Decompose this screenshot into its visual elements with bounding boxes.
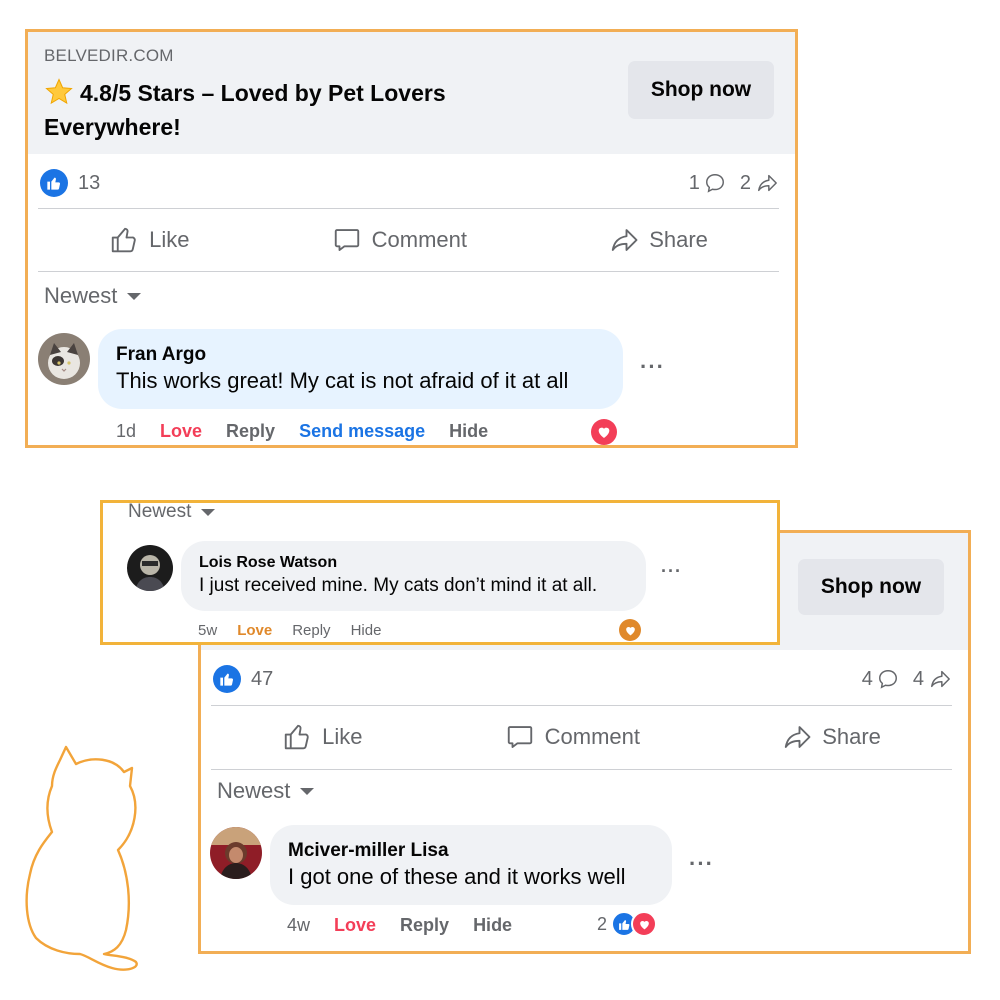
- reply-link[interactable]: Reply: [292, 622, 330, 639]
- post-actions: Like Comment Share: [211, 709, 952, 765]
- like-button-label: Like: [149, 227, 190, 252]
- ad-headline-text: 4.8/5 Stars – Loved by Pet Lovers Everyw…: [44, 80, 446, 140]
- avatar[interactable]: [38, 333, 90, 385]
- share-count[interactable]: 2: [740, 172, 779, 195]
- heart-icon[interactable]: [619, 619, 641, 641]
- comment-timestamp[interactable]: 1d: [116, 421, 136, 442]
- divider: [38, 208, 779, 209]
- comment-meta: 4w Love Reply Hide: [287, 915, 512, 936]
- sort-label: Newest: [217, 778, 291, 803]
- share-arrow-icon: [758, 174, 777, 192]
- reply-link[interactable]: Reply: [226, 421, 275, 442]
- avatar[interactable]: [210, 827, 262, 879]
- star-icon: [45, 78, 73, 105]
- comment-text: This works great! My cat is not afraid o…: [116, 368, 569, 393]
- comment-bubble-icon: [705, 174, 724, 193]
- reply-link[interactable]: Reply: [400, 915, 449, 936]
- send-message-link[interactable]: Send message: [299, 421, 425, 442]
- love-reaction-link[interactable]: Love: [334, 915, 376, 936]
- share-count[interactable]: 4: [913, 668, 952, 691]
- like-reaction-icon[interactable]: [40, 169, 68, 197]
- comment-bubble: Fran Argo This works great! My cat is no…: [98, 329, 623, 409]
- comment-meta: 1d Love Reply Send message Hide: [116, 421, 488, 442]
- reaction-summary: 47 4 4: [213, 661, 952, 697]
- comment-meta: 5w Love Reply Hide: [198, 622, 381, 639]
- comment-bubble: Mciver-miller Lisa I got one of these an…: [270, 825, 672, 905]
- share-icon: [785, 726, 811, 748]
- like-reaction-icon[interactable]: [213, 665, 241, 693]
- love-reaction-link[interactable]: Love: [160, 421, 202, 442]
- comment-icon: [334, 229, 359, 251]
- overlay-comment-card: Newest Lois Rose Watson I just received …: [100, 500, 780, 645]
- share-count-value: 4: [912, 667, 924, 690]
- divider: [38, 271, 779, 272]
- hide-link[interactable]: Hide: [351, 622, 382, 639]
- heart-icon: [631, 911, 658, 937]
- comment-bubble-icon: [878, 670, 897, 689]
- ad-domain: BELVEDIR.COM: [44, 46, 174, 65]
- ad-header[interactable]: BELVEDIR.COM 4.8/5 Stars – Loved by Pet …: [28, 32, 795, 154]
- comment-count-value: 1: [688, 171, 700, 194]
- hide-link[interactable]: Hide: [449, 421, 488, 442]
- comment-text: I got one of these and it works well: [288, 864, 626, 889]
- heart-icon[interactable]: [591, 419, 617, 445]
- divider: [211, 769, 952, 770]
- love-reaction-link[interactable]: Love: [237, 622, 272, 639]
- share-button-label: Share: [822, 724, 881, 749]
- like-button-label: Like: [322, 724, 363, 749]
- comment-timestamp[interactable]: 5w: [198, 622, 217, 639]
- comment-button[interactable]: Comment: [505, 722, 640, 752]
- more-options-icon[interactable]: ···: [689, 851, 714, 877]
- avatar[interactable]: [127, 545, 173, 591]
- like-button[interactable]: Like: [282, 722, 362, 752]
- comment-button-label: Comment: [371, 227, 467, 252]
- comment-sort-dropdown[interactable]: Newest: [44, 283, 142, 309]
- share-button[interactable]: Share: [609, 225, 708, 255]
- comment-author[interactable]: Fran Argo: [116, 343, 605, 367]
- reaction-summary: 13 1 2: [40, 165, 779, 201]
- sort-label: Newest: [44, 283, 118, 308]
- share-button-label: Share: [649, 227, 708, 252]
- divider: [211, 705, 952, 706]
- like-count[interactable]: 13: [78, 172, 100, 195]
- post-actions: Like Comment Share: [38, 212, 779, 268]
- thumbs-up-icon: [284, 724, 309, 750]
- like-count[interactable]: 47: [251, 668, 273, 691]
- share-count-value: 2: [739, 171, 751, 194]
- cat-outline-illustration: [25, 745, 138, 971]
- caret-down-icon: [127, 292, 142, 300]
- share-icon: [612, 229, 638, 251]
- thumbs-up-icon: [111, 227, 136, 253]
- comment-count[interactable]: 4: [862, 668, 899, 691]
- comment-reactions[interactable]: 2: [597, 911, 658, 937]
- comment-bubble: Lois Rose Watson I just received mine. M…: [181, 541, 646, 611]
- shop-now-button[interactable]: Shop now: [798, 559, 944, 615]
- comment-count-value: 4: [861, 667, 873, 690]
- comment-sort-dropdown[interactable]: Newest: [217, 778, 315, 804]
- comment-icon: [507, 726, 532, 748]
- sort-label: Newest: [128, 501, 192, 522]
- comment-count[interactable]: 1: [689, 172, 726, 195]
- ad-post-top: BELVEDIR.COM 4.8/5 Stars – Loved by Pet …: [25, 29, 798, 448]
- hide-link[interactable]: Hide: [473, 915, 512, 936]
- comment-author[interactable]: Mciver-miller Lisa: [288, 839, 654, 863]
- caret-down-icon: [201, 508, 216, 516]
- comment-author[interactable]: Lois Rose Watson: [199, 553, 628, 573]
- shop-now-button[interactable]: Shop now: [628, 61, 774, 119]
- share-arrow-icon: [931, 670, 950, 688]
- more-options-icon[interactable]: ···: [661, 561, 682, 582]
- share-button[interactable]: Share: [782, 722, 881, 752]
- reaction-count: 2: [597, 913, 608, 934]
- caret-down-icon: [300, 787, 315, 795]
- comment-sort-dropdown[interactable]: Newest: [128, 501, 216, 523]
- like-button[interactable]: Like: [109, 225, 189, 255]
- ad-headline: 4.8/5 Stars – Loved by Pet Lovers Everyw…: [44, 76, 544, 144]
- comment-text: I just received mine. My cats don’t mind…: [199, 575, 598, 596]
- comment-button[interactable]: Comment: [332, 225, 467, 255]
- comment-timestamp[interactable]: 4w: [287, 915, 310, 936]
- more-options-icon[interactable]: ···: [640, 354, 665, 380]
- comment-button-label: Comment: [544, 724, 640, 749]
